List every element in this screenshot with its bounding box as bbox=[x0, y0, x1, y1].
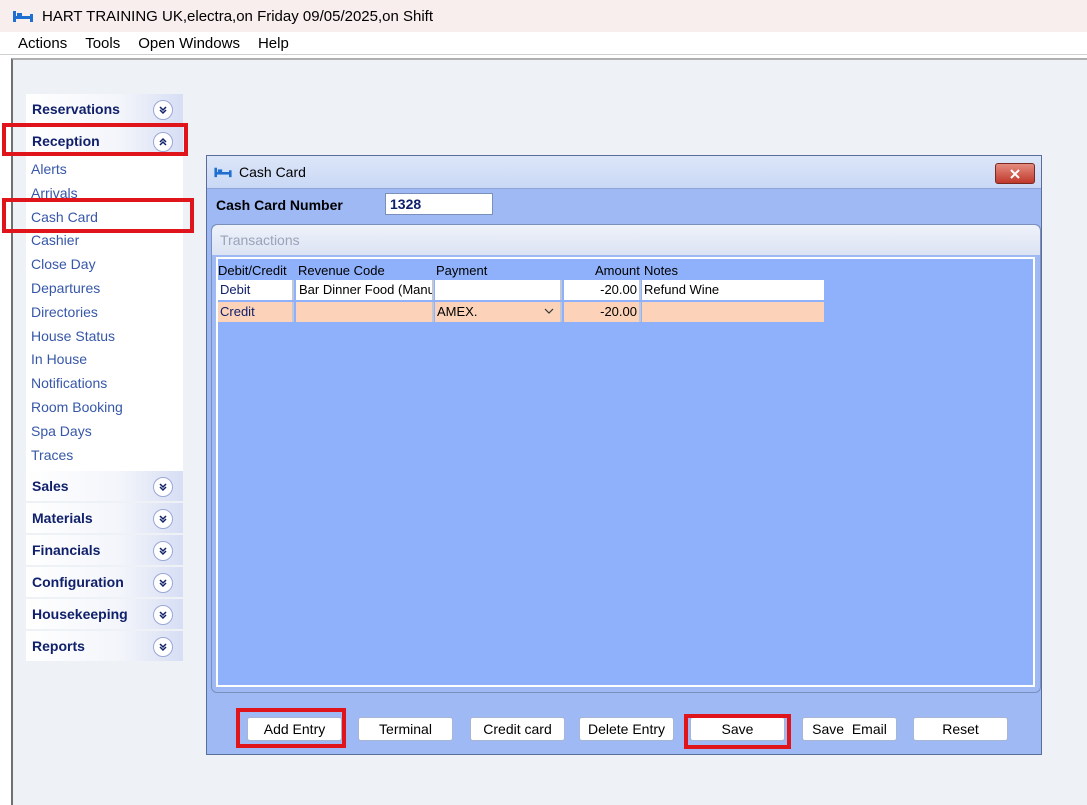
grid-header: Debit/Credit Revenue Code Payment Amount… bbox=[218, 263, 1033, 279]
window-title: Cash Card bbox=[239, 164, 306, 180]
cell-notes[interactable]: Refund Wine bbox=[642, 280, 824, 300]
cell-revenue-code[interactable]: Bar Dinner Food (Manu bbox=[296, 280, 434, 300]
table-row[interactable]: Debit Bar Dinner Food (Manu -20.00 Refun… bbox=[218, 280, 824, 300]
save-button[interactable]: Save bbox=[690, 717, 785, 741]
chevron-down-icon[interactable] bbox=[153, 100, 173, 120]
section-financials[interactable]: Financials bbox=[26, 535, 183, 566]
close-icon[interactable] bbox=[995, 163, 1035, 184]
section-housekeeping[interactable]: Housekeeping bbox=[26, 599, 183, 630]
menu-actions[interactable]: Actions bbox=[18, 35, 67, 52]
section-label: Reception bbox=[32, 133, 100, 149]
bed-icon bbox=[214, 167, 232, 178]
cell-type[interactable]: Credit bbox=[218, 302, 294, 322]
transactions-grid[interactable]: Debit/Credit Revenue Code Payment Amount… bbox=[216, 257, 1035, 687]
section-reception[interactable]: Reception bbox=[26, 126, 183, 156]
section-label: Housekeeping bbox=[32, 606, 128, 623]
chevron-down-icon[interactable] bbox=[153, 477, 173, 498]
transactions-panel: Transactions Debit/Credit Revenue Code P… bbox=[211, 224, 1041, 693]
col-revenue-code[interactable]: Revenue Code bbox=[298, 263, 385, 278]
reset-button[interactable]: Reset bbox=[913, 717, 1008, 741]
sidebar-item-in-house[interactable]: In House bbox=[26, 348, 183, 372]
menu-help[interactable]: Help bbox=[258, 35, 289, 52]
chevron-down-icon[interactable] bbox=[153, 605, 173, 626]
section-sales[interactable]: Sales bbox=[26, 471, 183, 502]
card-number-label: Cash Card Number bbox=[216, 197, 343, 213]
col-payment[interactable]: Payment bbox=[436, 263, 487, 278]
add-entry-button[interactable]: Add Entry bbox=[247, 717, 342, 741]
section-reservations[interactable]: Reservations bbox=[26, 94, 183, 124]
cell-amount[interactable]: -20.00 bbox=[564, 280, 641, 300]
col-amount[interactable]: Amount bbox=[595, 263, 640, 278]
cash-card-window: Cash Card Cash Card Number 1328 Transact… bbox=[206, 155, 1042, 755]
col-notes[interactable]: Notes bbox=[644, 263, 678, 278]
sidebar-item-house-status[interactable]: House Status bbox=[26, 325, 183, 349]
cell-type[interactable]: Debit bbox=[218, 280, 294, 300]
menu-tools[interactable]: Tools bbox=[85, 35, 120, 52]
bed-icon bbox=[13, 11, 33, 22]
sidebar-item-departures[interactable]: Departures bbox=[26, 277, 183, 301]
col-debit-credit[interactable]: Debit/Credit bbox=[218, 263, 287, 278]
credit-card-button[interactable]: Credit card bbox=[470, 717, 565, 741]
sidebar-item-traces[interactable]: Traces bbox=[26, 444, 183, 468]
chevron-down-icon[interactable] bbox=[153, 541, 173, 562]
window-titlebar[interactable]: Cash Card bbox=[207, 156, 1041, 189]
section-label: Materials bbox=[32, 510, 93, 527]
sidebar-item-cashier[interactable]: Cashier bbox=[26, 229, 183, 253]
menu-bar: Actions Tools Open Windows Help bbox=[0, 32, 1087, 55]
payment-dropdown[interactable]: AMEX. bbox=[435, 302, 562, 322]
table-row[interactable]: Credit AMEX. -20.00 bbox=[218, 302, 824, 322]
app-title: HART TRAINING UK,electra,on Friday 09/05… bbox=[42, 7, 434, 25]
cell-amount[interactable]: -20.00 bbox=[564, 302, 641, 322]
cell-notes[interactable] bbox=[642, 302, 824, 322]
sidebar-item-room-booking[interactable]: Room Booking bbox=[26, 396, 183, 420]
sidebar-item-spa-days[interactable]: Spa Days bbox=[26, 420, 183, 444]
section-configuration[interactable]: Configuration bbox=[26, 567, 183, 598]
reception-items: Alerts Arrivals Cash Card Cashier Close … bbox=[26, 156, 183, 472]
save-email-button[interactable]: Save Email bbox=[802, 717, 897, 741]
section-label: Sales bbox=[32, 478, 69, 495]
cell-revenue-code[interactable] bbox=[296, 302, 434, 322]
chevron-down-icon[interactable] bbox=[153, 509, 173, 530]
chevron-down-icon[interactable] bbox=[540, 303, 558, 320]
section-label: Configuration bbox=[32, 574, 124, 591]
chevron-down-icon[interactable] bbox=[153, 637, 173, 658]
sidebar-item-alerts[interactable]: Alerts bbox=[26, 158, 183, 182]
section-label: Reports bbox=[32, 638, 85, 655]
cell-payment[interactable] bbox=[435, 280, 562, 300]
payment-dropdown-value: AMEX. bbox=[437, 304, 478, 319]
app-titlebar: HART TRAINING UK,electra,on Friday 09/05… bbox=[0, 0, 1087, 32]
section-label: Financials bbox=[32, 542, 101, 559]
chevron-up-icon[interactable] bbox=[153, 132, 173, 152]
menu-open-windows[interactable]: Open Windows bbox=[138, 35, 240, 52]
sidebar-item-notifications[interactable]: Notifications bbox=[26, 372, 183, 396]
section-materials[interactable]: Materials bbox=[26, 503, 183, 534]
sidebar: Reservations Reception Alerts Arrivals C… bbox=[26, 94, 183, 662]
card-number-field[interactable]: 1328 bbox=[385, 193, 493, 215]
transactions-header: Transactions bbox=[212, 225, 1040, 255]
transactions-label: Transactions bbox=[220, 232, 300, 248]
sidebar-item-arrivals[interactable]: Arrivals bbox=[26, 182, 183, 206]
chevron-down-icon[interactable] bbox=[153, 573, 173, 594]
sidebar-item-directories[interactable]: Directories bbox=[26, 301, 183, 325]
terminal-button[interactable]: Terminal bbox=[358, 717, 453, 741]
section-reports[interactable]: Reports bbox=[26, 631, 183, 662]
sidebar-item-cash-card[interactable]: Cash Card bbox=[26, 206, 183, 230]
delete-entry-button[interactable]: Delete Entry bbox=[579, 717, 674, 741]
section-label: Reservations bbox=[32, 101, 120, 117]
sidebar-item-close-day[interactable]: Close Day bbox=[26, 253, 183, 277]
